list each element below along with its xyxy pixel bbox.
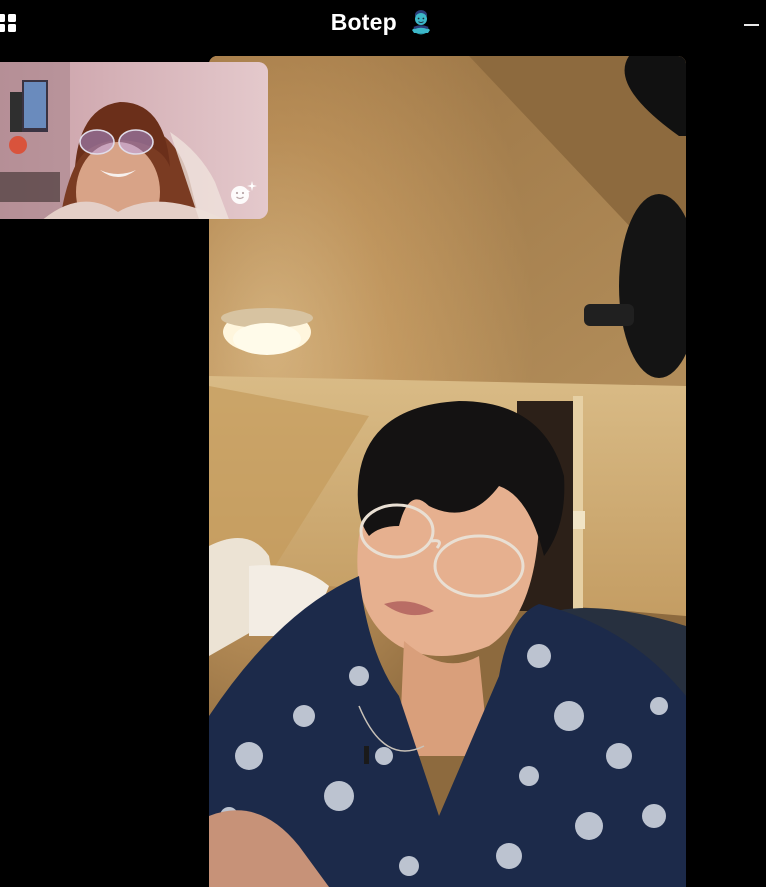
sparkle-face-effects-icon <box>231 181 257 204</box>
self-view-thumbnail[interactable] <box>0 62 268 219</box>
genie-icon <box>407 8 435 36</box>
effects-button[interactable] <box>228 179 258 207</box>
video-call-window: Botep <box>0 0 766 887</box>
minimize-button[interactable] <box>744 14 760 30</box>
remote-participant-video[interactable] <box>209 56 686 887</box>
window-title: Botep <box>330 9 397 35</box>
remote-video-frame <box>209 56 686 887</box>
title-area: Botep <box>0 7 766 37</box>
title-bar: Botep <box>0 0 766 44</box>
